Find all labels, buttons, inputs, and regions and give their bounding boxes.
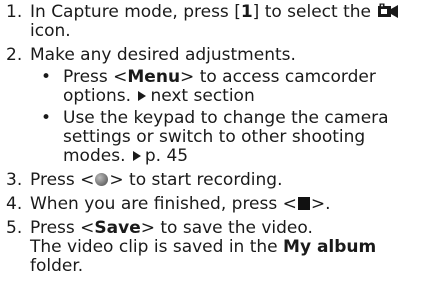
cross-reference: next section	[150, 86, 255, 106]
step-text: modes.	[63, 146, 126, 166]
step-text: Press <	[30, 170, 95, 190]
step-4: 4. When you are finished, press < >.	[0, 195, 428, 214]
step-4-line-1: When you are finished, press < >.	[30, 195, 428, 214]
arrow-right-icon	[138, 90, 147, 101]
step-text: Press <	[30, 218, 95, 238]
sub-bullets: • Press <Menu> to access camcorder optio…	[30, 68, 428, 166]
step-5-line-1: Press <Save> to save the video.	[30, 219, 428, 238]
key-label: Save	[94, 218, 141, 238]
step-number: 5.	[6, 218, 23, 238]
step-text: The video clip is saved in the	[30, 237, 278, 257]
instruction-steps: 1. In Capture mode, press [1] to select …	[0, 3, 428, 281]
key-label: 1	[240, 2, 253, 22]
sub-line: options. next section	[63, 87, 428, 106]
sub-line: modes. p. 45	[63, 147, 428, 166]
step-text: options.	[63, 86, 132, 106]
step-5-line-2: The video clip is saved in the My album	[30, 238, 428, 257]
arrow-right-icon	[132, 150, 141, 161]
sub-line: settings or switch to other shooting	[63, 127, 366, 147]
step-text: > to access camcorder	[180, 67, 376, 87]
record-key-icon	[95, 173, 109, 186]
step-2-line-1: Make any desired adjustments.	[30, 45, 296, 65]
step-number: 4.	[6, 194, 23, 214]
bullet-marker: •	[41, 67, 52, 87]
key-label: Menu	[127, 67, 181, 87]
sub-line: Press <Menu> to access camcorder	[63, 68, 428, 87]
step-3-line-1: Press < > to start recording.	[30, 171, 428, 190]
stop-key-icon	[297, 197, 310, 210]
step-2: 2. Make any desired adjustments. • Press…	[0, 46, 428, 166]
step-text: > to start recording.	[109, 170, 283, 190]
camcorder-icon	[378, 3, 399, 18]
step-5-line-3: folder.	[30, 256, 84, 276]
step-text: When you are finished, press <	[30, 194, 297, 214]
step-1: 1. In Capture mode, press [1] to select …	[0, 3, 428, 41]
step-5: 5. Press <Save> to save the video. The v…	[0, 219, 428, 276]
step-text: ] to select the	[252, 2, 371, 22]
cross-reference: p. 45	[144, 146, 189, 166]
step-number: 3.	[6, 170, 23, 190]
sub-bullet-menu: • Press <Menu> to access camcorder optio…	[30, 68, 428, 106]
step-1-line-1: In Capture mode, press [1] to select the	[30, 3, 428, 22]
step-text: >.	[310, 194, 331, 214]
sub-bullet-keypad: • Use the keypad to change the camera se…	[30, 109, 428, 166]
step-1-line-2: icon.	[30, 21, 71, 41]
folder-name: My album	[283, 237, 377, 257]
sub-line: Use the keypad to change the camera	[63, 108, 389, 128]
step-3: 3. Press < > to start recording.	[0, 171, 428, 190]
step-text: > to save the video.	[140, 218, 313, 238]
step-number: 1.	[6, 2, 23, 22]
bullet-marker: •	[41, 108, 52, 128]
step-text: In Capture mode, press [	[30, 2, 241, 22]
step-number: 2.	[6, 45, 23, 65]
manual-page: 1. In Capture mode, press [1] to select …	[0, 0, 428, 307]
step-text: Press <	[63, 67, 128, 87]
